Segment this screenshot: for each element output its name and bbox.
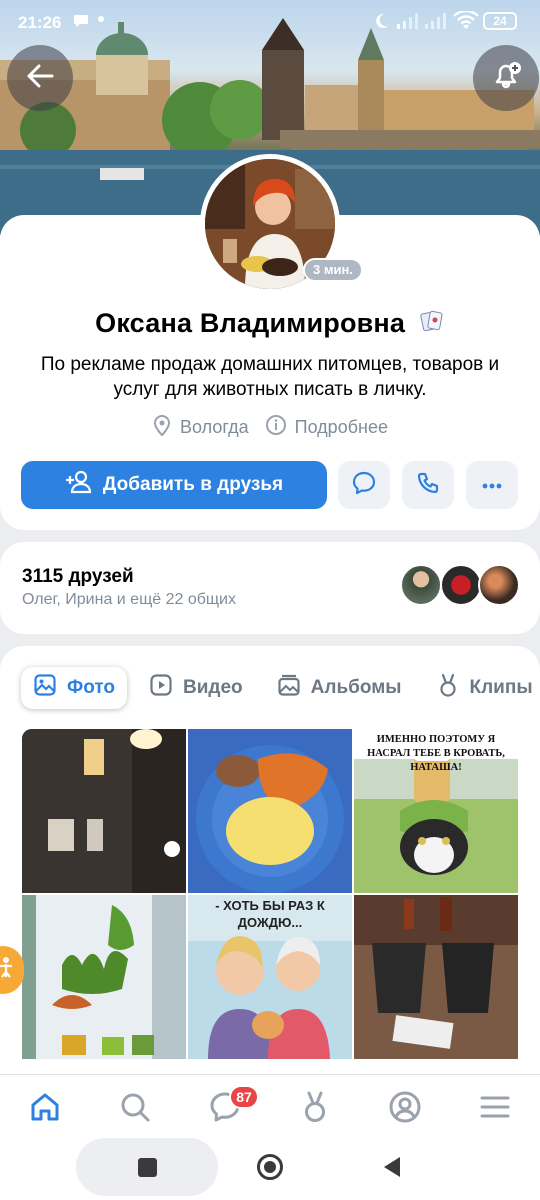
tab-videos[interactable]: Видео (137, 667, 255, 709)
more-horizontal-icon (482, 476, 502, 494)
last-seen-badge: 3 мин. (303, 258, 363, 282)
battery-indicator: 24 (483, 12, 517, 30)
home-icon (28, 1090, 62, 1129)
location-pin-icon (152, 414, 172, 441)
info-icon (265, 414, 287, 441)
dot-icon (98, 16, 104, 22)
meme-caption: - ХОТЬ БЫ РАЗ К ДОЖДЮ... (215, 898, 325, 930)
details-link[interactable]: Подробнее (265, 414, 388, 441)
tab-clips[interactable]: Клипы (424, 667, 540, 709)
tab-photos[interactable]: Фото (21, 667, 128, 709)
add-friend-label: Добавить в друзья (102, 474, 284, 495)
moon-icon (372, 12, 390, 35)
tab-albums[interactable]: Альбомы (265, 667, 414, 709)
video-icon (149, 673, 173, 703)
status-bar: 21:26 24 (0, 0, 540, 44)
hamburger-icon (480, 1095, 510, 1124)
friend-avatar (400, 564, 442, 606)
recents-square-icon[interactable] (138, 1158, 157, 1177)
back-triangle-icon[interactable] (382, 1156, 402, 1183)
photo-thumbnail[interactable]: - ХОТЬ БЫ РАЗ К ДОЖДЮ... (188, 895, 352, 1059)
user-circle-icon (388, 1090, 422, 1129)
person-icon (0, 956, 14, 984)
phone-icon (416, 471, 440, 500)
home-circle-icon[interactable] (257, 1154, 283, 1180)
photo-thumbnail[interactable] (22, 895, 186, 1059)
more-button[interactable] (466, 461, 518, 509)
profile-bio: По рекламе продаж домашних питомцев, тов… (40, 354, 500, 400)
city-label: Вологда (180, 417, 249, 437)
city-item[interactable]: Вологда (152, 414, 249, 441)
chat-notification-icon (72, 12, 90, 35)
meme-caption: ИМЕННО ПОЭТОМУ Я НАСРАЛ ТЕБЕ В КРОВАТЬ, … (367, 734, 505, 773)
system-navigation-bar (0, 1138, 540, 1200)
nav-profile[interactable] (385, 1089, 425, 1129)
photo-thumbnail[interactable] (354, 895, 518, 1059)
search-icon (119, 1091, 151, 1128)
nav-search[interactable] (115, 1089, 155, 1129)
friend-avatar (478, 564, 520, 606)
tab-label: Клипы (469, 677, 533, 698)
friend-avatar (440, 564, 482, 606)
photo-thumbnail[interactable] (188, 729, 352, 893)
message-button[interactable] (338, 461, 390, 509)
clips-icon (300, 1090, 330, 1129)
nav-clips[interactable] (295, 1089, 335, 1129)
clips-icon (436, 672, 460, 704)
wifi-icon (453, 9, 479, 36)
bell-plus-icon (490, 60, 522, 97)
signal-icon (396, 12, 420, 35)
photo-thumbnail[interactable] (22, 729, 186, 893)
profile-name: Оксана Владимировна (0, 308, 540, 341)
subscribe-notifications-button[interactable] (473, 45, 539, 111)
details-label: Подробнее (294, 417, 388, 437)
image-icon (33, 673, 57, 703)
unread-badge: 87 (229, 1085, 259, 1109)
back-button[interactable] (7, 45, 73, 111)
add-friend-button[interactable]: Добавить в друзья (21, 461, 327, 509)
media-tabs: Фото Видео Альбомы Клипы (21, 666, 540, 710)
add-user-icon (65, 470, 93, 500)
album-icon (277, 673, 301, 703)
cards-emoji-icon (419, 308, 445, 341)
signal-2-icon (424, 12, 448, 35)
clock: 21:26 (18, 13, 62, 32)
profile-meta: Вологда Подробнее (0, 414, 540, 441)
photo-thumbnail[interactable]: ИМЕННО ПОЭТОМУ Я НАСРАЛ ТЕБЕ В КРОВАТЬ, … (354, 729, 518, 893)
nav-home[interactable] (25, 1089, 65, 1129)
bottom-navigation: 87 (0, 1074, 540, 1138)
tab-label: Альбомы (310, 677, 402, 698)
profile-name-text: Оксана Владимировна (95, 308, 406, 338)
call-button[interactable] (402, 461, 454, 509)
arrow-left-icon (25, 61, 55, 96)
nav-messages[interactable]: 87 (205, 1085, 259, 1129)
tab-label: Видео (183, 677, 243, 698)
friends-count: 3115 друзей (22, 566, 134, 587)
nav-menu[interactable] (475, 1089, 515, 1129)
mutual-friends: Олег, Ирина и ещё 22 общих (22, 591, 236, 608)
message-bubble-icon (351, 470, 377, 501)
tab-label: Фото (67, 677, 116, 698)
